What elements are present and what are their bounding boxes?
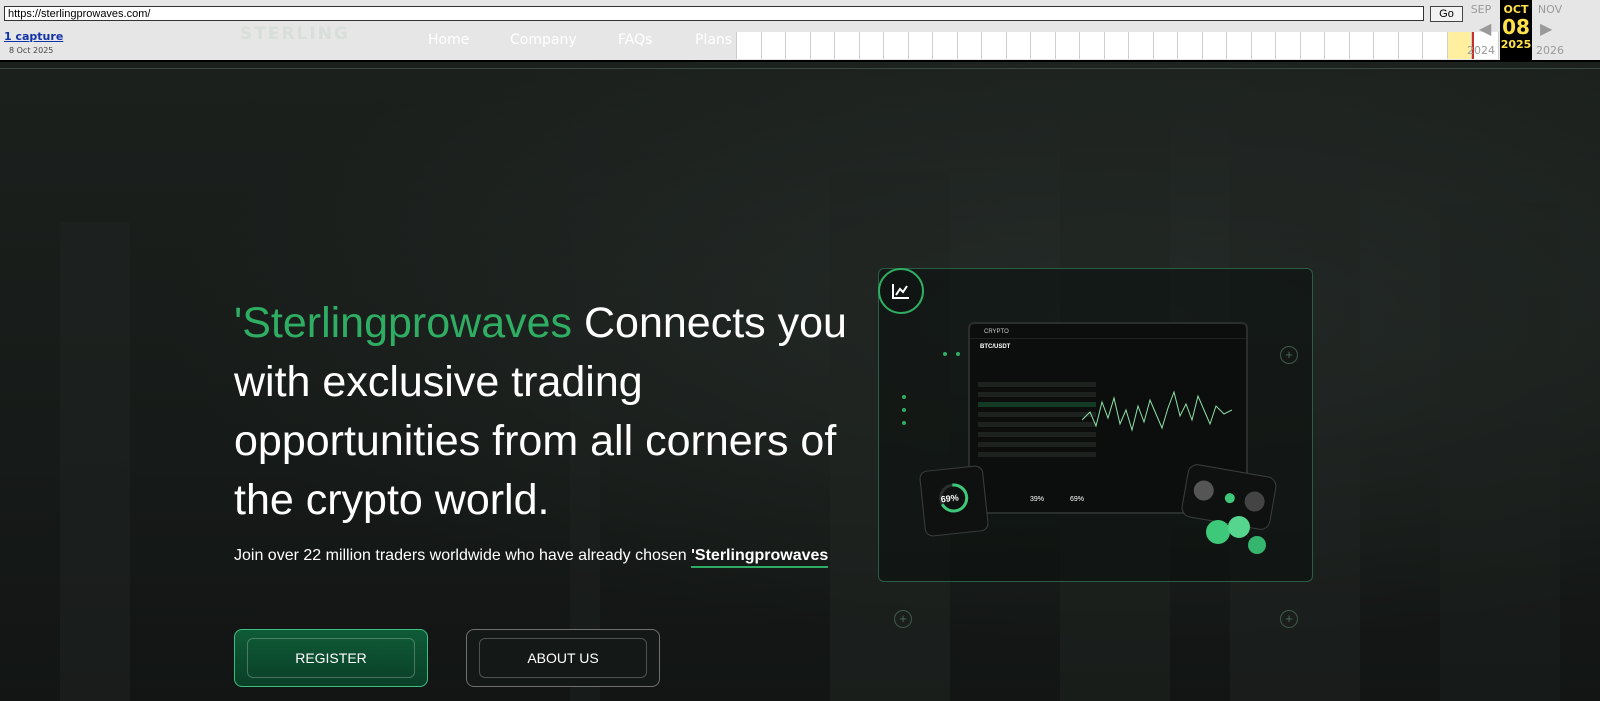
headline-brand: 'Sterlingprowaves	[234, 299, 573, 347]
current-capture: OCT 08 2025	[1500, 0, 1532, 62]
timeline-cell[interactable]	[933, 32, 958, 59]
wayback-go-button[interactable]: Go	[1430, 6, 1463, 22]
nav-faqs[interactable]: FAQs	[618, 32, 652, 48]
decor-dot	[902, 395, 906, 399]
wayback-url-input[interactable]	[4, 6, 1424, 21]
timeline-cell[interactable]	[811, 32, 836, 59]
about-us-button[interactable]: ABOUT US	[466, 629, 660, 687]
register-button[interactable]: REGISTER	[234, 629, 428, 687]
next-year[interactable]: 2026	[1533, 44, 1567, 57]
order-row	[978, 412, 1096, 417]
subtext-brand: 'Sterlingprowaves	[691, 547, 829, 568]
site-logo[interactable]: STERLING	[240, 24, 350, 44]
timeline-cell[interactable]	[909, 32, 934, 59]
capture-timeline[interactable]	[736, 32, 1499, 59]
timeline-cell[interactable]	[860, 32, 885, 59]
plus-icon: +	[1280, 610, 1298, 628]
next-arrow-icon[interactable]: ▶	[1540, 19, 1552, 38]
about-us-label: ABOUT US	[527, 650, 599, 666]
timeline-cell[interactable]	[1129, 32, 1154, 59]
wayback-toolbar: Go 1 capture 8 Oct 2025 STERLING Home Co…	[0, 0, 1600, 62]
timeline-cell[interactable]	[1301, 32, 1326, 59]
timeline-cell[interactable]	[1325, 32, 1350, 59]
timeline-cell[interactable]	[982, 32, 1007, 59]
price-chart	[1082, 390, 1232, 432]
timeline-cell[interactable]	[1007, 32, 1032, 59]
timeline-cell[interactable]	[835, 32, 860, 59]
current-day: 08	[1502, 15, 1530, 39]
chart-icon	[878, 268, 924, 314]
timeline-cell[interactable]	[1374, 32, 1399, 59]
prev-month[interactable]: SEP	[1464, 3, 1498, 16]
timeline-cell[interactable]	[1154, 32, 1179, 59]
nav-plans[interactable]: Plans	[695, 32, 732, 48]
divider	[970, 338, 1246, 339]
coin-icon	[1224, 492, 1236, 504]
timeline-cell[interactable]	[958, 32, 983, 59]
divider	[0, 68, 1600, 69]
timeline-cell[interactable]	[1350, 32, 1375, 59]
order-row	[978, 402, 1096, 407]
building-silhouette	[1440, 202, 1560, 701]
hero-section: 'Sterlingprowaves Connects you with excl…	[0, 62, 1600, 701]
timeline-cell[interactable]	[1203, 32, 1228, 59]
gauge-value: 69%	[940, 492, 960, 505]
coin-icon	[1248, 536, 1266, 554]
register-label: REGISTER	[295, 650, 367, 666]
timeline-cell[interactable]	[1105, 32, 1130, 59]
next-month[interactable]: NOV	[1533, 3, 1567, 16]
prev-year[interactable]: 2024	[1464, 44, 1498, 57]
decor-dot	[943, 352, 947, 356]
timeline-cell[interactable]	[1227, 32, 1252, 59]
hero-headline: 'Sterlingprowaves Connects you with excl…	[234, 294, 874, 530]
timeline-cell[interactable]	[762, 32, 787, 59]
timeline-cell[interactable]	[1276, 32, 1301, 59]
ethereum-icon	[1243, 489, 1267, 514]
order-row	[978, 422, 1096, 427]
order-row	[978, 442, 1096, 447]
timeline-cell[interactable]	[1056, 32, 1081, 59]
timeline-cell[interactable]	[1031, 32, 1056, 59]
timeline-cell[interactable]	[1178, 32, 1203, 59]
building-silhouette	[60, 222, 130, 701]
app-name: CRYPTO	[984, 329, 1009, 335]
subtext-body: Join over 22 million traders worldwide w…	[234, 547, 692, 564]
gauge-39: 39%	[1030, 496, 1045, 503]
captures-link[interactable]: 1 capture	[4, 30, 63, 43]
timeline-cell[interactable]	[1252, 32, 1277, 59]
trading-pair: BTC/USDT	[980, 344, 1011, 350]
current-year: 2025	[1500, 38, 1532, 51]
percentage-widget: 69%	[918, 464, 990, 538]
order-row	[978, 432, 1096, 437]
timeline-cell[interactable]	[1399, 32, 1424, 59]
coin-icon	[1228, 516, 1250, 538]
capture-date: 8 Oct 2025	[9, 46, 54, 55]
prev-arrow-icon[interactable]: ◀	[1479, 19, 1491, 38]
decor-dot	[902, 421, 906, 425]
nav-company[interactable]: Company	[510, 32, 577, 48]
decor-dot	[956, 352, 960, 356]
coin-icon	[1206, 520, 1230, 544]
timeline-cell[interactable]	[737, 32, 762, 59]
nav-home[interactable]: Home	[428, 32, 469, 48]
decor-dot	[902, 408, 906, 412]
order-row	[978, 452, 1096, 457]
bitcoin-icon	[1192, 478, 1216, 503]
timeline-cell[interactable]	[786, 32, 811, 59]
hero-subtext: Join over 22 million traders worldwide w…	[234, 547, 829, 568]
timeline-cell[interactable]	[884, 32, 909, 59]
timeline-cell[interactable]	[1423, 32, 1448, 59]
order-row	[978, 392, 1096, 397]
plus-icon: +	[894, 610, 912, 628]
order-row	[978, 382, 1096, 387]
timeline-cell[interactable]	[1080, 32, 1105, 59]
plus-icon: +	[1280, 346, 1298, 364]
gauge-69: 69%	[1070, 496, 1085, 503]
